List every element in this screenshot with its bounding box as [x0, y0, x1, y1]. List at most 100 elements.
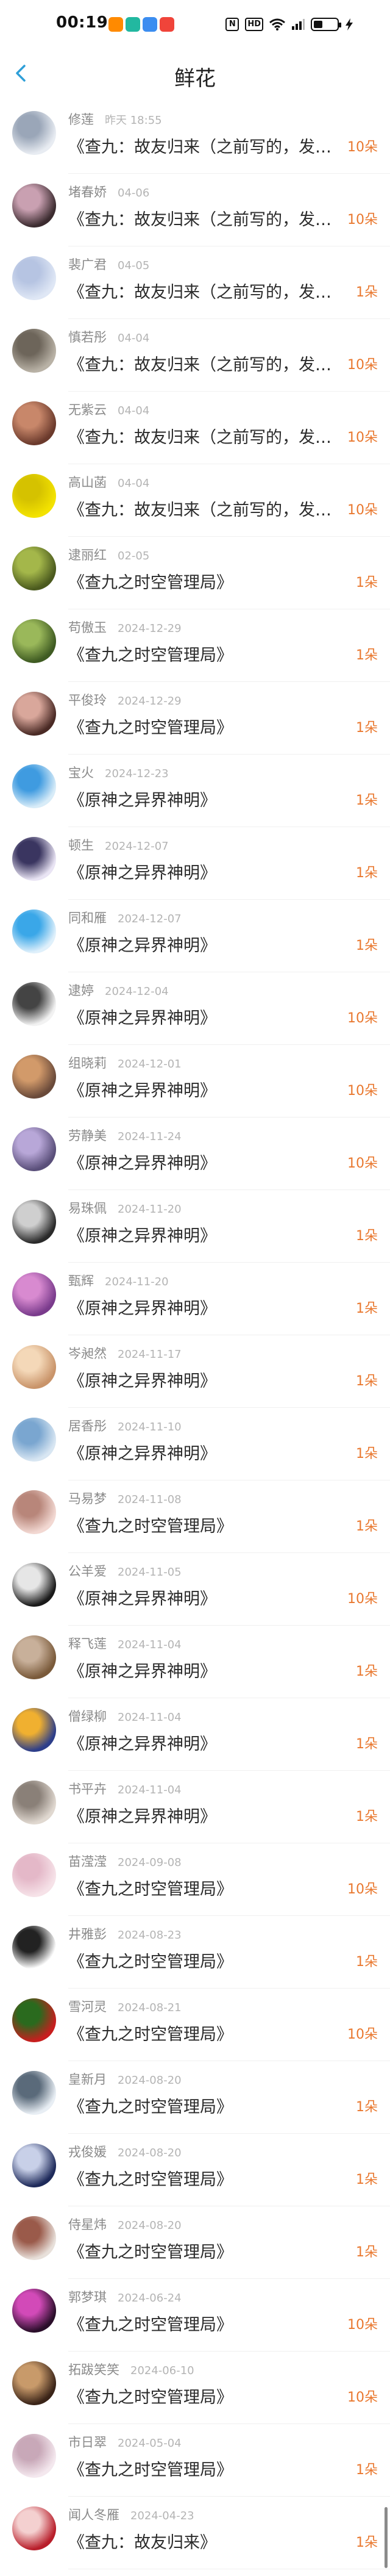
- work-title[interactable]: 《原神之异界神明》: [68, 1803, 339, 1827]
- avatar[interactable]: [12, 909, 56, 953]
- avatar[interactable]: [12, 547, 56, 590]
- work-title[interactable]: 《查九之时空管理局》: [68, 1876, 339, 1900]
- user-name[interactable]: 高山菡: [68, 473, 107, 491]
- avatar[interactable]: [12, 1418, 56, 1462]
- list-item[interactable]: 苟傲玉 2024-12-29 《查九之时空管理局》 1朵: [0, 609, 390, 682]
- user-name[interactable]: 马易梦: [68, 1489, 107, 1507]
- work-title[interactable]: 《查九之时空管理局》: [68, 569, 339, 593]
- list-item[interactable]: 皇新月 2024-08-20 《查九之时空管理局》 1朵: [0, 2061, 390, 2134]
- list-item[interactable]: 侍星炜 2024-08-20 《查九之时空管理局》 1朵: [0, 2206, 390, 2279]
- list-item[interactable]: 雪河灵 2024-08-21 《查九之时空管理局》 10朵: [0, 1989, 390, 2061]
- list-item[interactable]: 市日翠 2024-05-04 《查九之时空管理局》 1朵: [0, 2424, 390, 2497]
- work-title[interactable]: 《原神之异界神明》: [68, 859, 339, 883]
- avatar[interactable]: [12, 1272, 56, 1316]
- work-title[interactable]: 《查九：故友归来（之前写的，发现能下架，想: [68, 424, 339, 448]
- list-item[interactable]: 井雅彭 2024-08-23 《查九之时空管理局》 1朵: [0, 1916, 390, 1989]
- user-name[interactable]: 同和雁: [68, 908, 107, 927]
- avatar[interactable]: [12, 184, 56, 228]
- user-name[interactable]: 皇新月: [68, 2070, 107, 2088]
- user-name[interactable]: 拓跋笑笑: [68, 2360, 119, 2378]
- work-title[interactable]: 《查九：故友归来（之前写的，发现能下架，想: [68, 279, 339, 303]
- list-item[interactable]: 居香彤 2024-11-10 《原神之异界神明》 1朵: [0, 1408, 390, 1480]
- list-item[interactable]: 拓跋笑笑 2024-06-10 《查九之时空管理局》 10朵: [0, 2352, 390, 2424]
- work-title[interactable]: 《查九：故友归来（之前写的，发现能下架，想: [68, 134, 339, 157]
- user-name[interactable]: 戎俊媛: [68, 2142, 107, 2161]
- user-name[interactable]: 劳静美: [68, 1126, 107, 1144]
- user-name[interactable]: 修莲: [68, 110, 94, 128]
- work-title[interactable]: 《查九之时空管理局》: [68, 2093, 339, 2117]
- user-name[interactable]: 雪河灵: [68, 1997, 107, 2015]
- work-title[interactable]: 《查九：故友归来（之前写的，发现能下架，想: [68, 351, 339, 375]
- user-name[interactable]: 书平卉: [68, 1779, 107, 1798]
- work-title[interactable]: 《查九：故友归来（之前写的，发现能下架，想: [68, 497, 339, 520]
- user-name[interactable]: 释飞莲: [68, 1634, 107, 1652]
- work-title[interactable]: 《原神之异界神明》: [68, 1585, 339, 1609]
- work-title[interactable]: 《原神之异界神明》: [68, 1440, 339, 1464]
- avatar[interactable]: [12, 1853, 56, 1897]
- avatar[interactable]: [12, 1998, 56, 2042]
- list-item[interactable]: 逮丽红 02-05 《查九之时空管理局》 1朵: [0, 537, 390, 609]
- work-title[interactable]: 《原神之异界神明》: [68, 932, 339, 956]
- list-item[interactable]: 逮婷 2024-12-04 《原神之异界神明》 10朵: [0, 972, 390, 1045]
- avatar[interactable]: [12, 2071, 56, 2115]
- work-title[interactable]: 《查九之时空管理局》: [68, 1948, 339, 1972]
- avatar[interactable]: [12, 1055, 56, 1099]
- list-item[interactable]: 顿生 2024-12-07 《原神之异界神明》 1朵: [0, 827, 390, 900]
- avatar[interactable]: [12, 619, 56, 663]
- user-name[interactable]: 僧绿柳: [68, 1707, 107, 1725]
- avatar[interactable]: [12, 837, 56, 881]
- avatar[interactable]: [12, 474, 56, 518]
- work-title[interactable]: 《查九之时空管理局》: [68, 714, 339, 738]
- list-item[interactable]: 平俊玲 2024-12-29 《查九之时空管理局》 1朵: [0, 682, 390, 755]
- work-title[interactable]: 《查九之时空管理局》: [68, 2021, 339, 2045]
- list-item[interactable]: 同和雁 2024-12-07 《原神之异界神明》 1朵: [0, 900, 390, 972]
- work-title[interactable]: 《原神之异界神明》: [68, 1368, 339, 1391]
- avatar[interactable]: [12, 111, 56, 155]
- avatar[interactable]: [12, 1708, 56, 1752]
- avatar[interactable]: [12, 1127, 56, 1171]
- list-item[interactable]: 裴广君 04-05 《查九：故友归来（之前写的，发现能下架，想 1朵: [0, 246, 390, 319]
- work-title[interactable]: 《原神之异界神明》: [68, 1658, 339, 1682]
- list-item[interactable]: 无紫云 04-04 《查九：故友归来（之前写的，发现能下架，想 10朵: [0, 392, 390, 464]
- user-name[interactable]: 易珠佩: [68, 1199, 107, 1217]
- avatar[interactable]: [12, 692, 56, 736]
- user-name[interactable]: 平俊玲: [68, 691, 107, 709]
- work-title[interactable]: 《查九之时空管理局》: [68, 2239, 339, 2262]
- list-item[interactable]: 高山菡 04-04 《查九：故友归来（之前写的，发现能下架，想 10朵: [0, 464, 390, 537]
- user-name[interactable]: 堵春娇: [68, 182, 107, 201]
- list-item[interactable]: 慎若彤 04-04 《查九：故友归来（之前写的，发现能下架，想 10朵: [0, 319, 390, 392]
- user-name[interactable]: 岑昶然: [68, 1344, 107, 1362]
- work-title[interactable]: 《查九之时空管理局》: [68, 2384, 339, 2408]
- work-title[interactable]: 《查九之时空管理局》: [68, 1513, 339, 1537]
- work-title[interactable]: 《查九之时空管理局》: [68, 2311, 339, 2335]
- list-item[interactable]: 闻人冬雁 2024-04-23 《查九：故友归来》 1朵: [0, 2497, 390, 2569]
- work-title[interactable]: 《查九之时空管理局》: [68, 2166, 339, 2190]
- avatar[interactable]: [12, 1563, 56, 1607]
- user-name[interactable]: 井雅彭: [68, 1925, 107, 1943]
- list-item[interactable]: 修莲昨天 18:55 《查九：故友归来（之前写的，发现能下架，想 10朵: [0, 101, 390, 174]
- avatar[interactable]: [12, 2434, 56, 2478]
- work-title[interactable]: 《原神之异界神明》: [68, 1295, 339, 1319]
- work-title[interactable]: 《查九之时空管理局》: [68, 2456, 339, 2480]
- list-item[interactable]: 堵春娇 04-06 《查九：故友归来（之前写的，发现能下架，想 10朵: [0, 174, 390, 246]
- list-item[interactable]: 岑昶然 2024-11-17 《原神之异界神明》 1朵: [0, 1335, 390, 1408]
- user-name[interactable]: 郭梦琪: [68, 2287, 107, 2306]
- avatar[interactable]: [12, 1781, 56, 1824]
- user-name[interactable]: 顿生: [68, 836, 94, 854]
- avatar[interactable]: [12, 982, 56, 1026]
- avatar[interactable]: [12, 2361, 56, 2405]
- user-name[interactable]: 甄辉: [68, 1271, 94, 1290]
- list-item[interactable]: 郭梦琪 2024-06-24 《查九之时空管理局》 10朵: [0, 2279, 390, 2352]
- avatar[interactable]: [12, 1926, 56, 1970]
- avatar[interactable]: [12, 1345, 56, 1389]
- list-item[interactable]: 书平卉 2024-11-04 《原神之异界神明》 1朵: [0, 1771, 390, 1843]
- avatar[interactable]: [12, 1635, 56, 1679]
- work-title[interactable]: 《原神之异界神明》: [68, 1005, 339, 1028]
- avatar[interactable]: [12, 401, 56, 445]
- user-name[interactable]: 公羊爱: [68, 1562, 107, 1580]
- avatar[interactable]: [12, 329, 56, 373]
- scrollbar[interactable]: [385, 2507, 388, 2568]
- avatar[interactable]: [12, 1200, 56, 1244]
- user-name[interactable]: 侍星炜: [68, 2215, 107, 2233]
- work-title[interactable]: 《原神之异界神明》: [68, 1731, 339, 1754]
